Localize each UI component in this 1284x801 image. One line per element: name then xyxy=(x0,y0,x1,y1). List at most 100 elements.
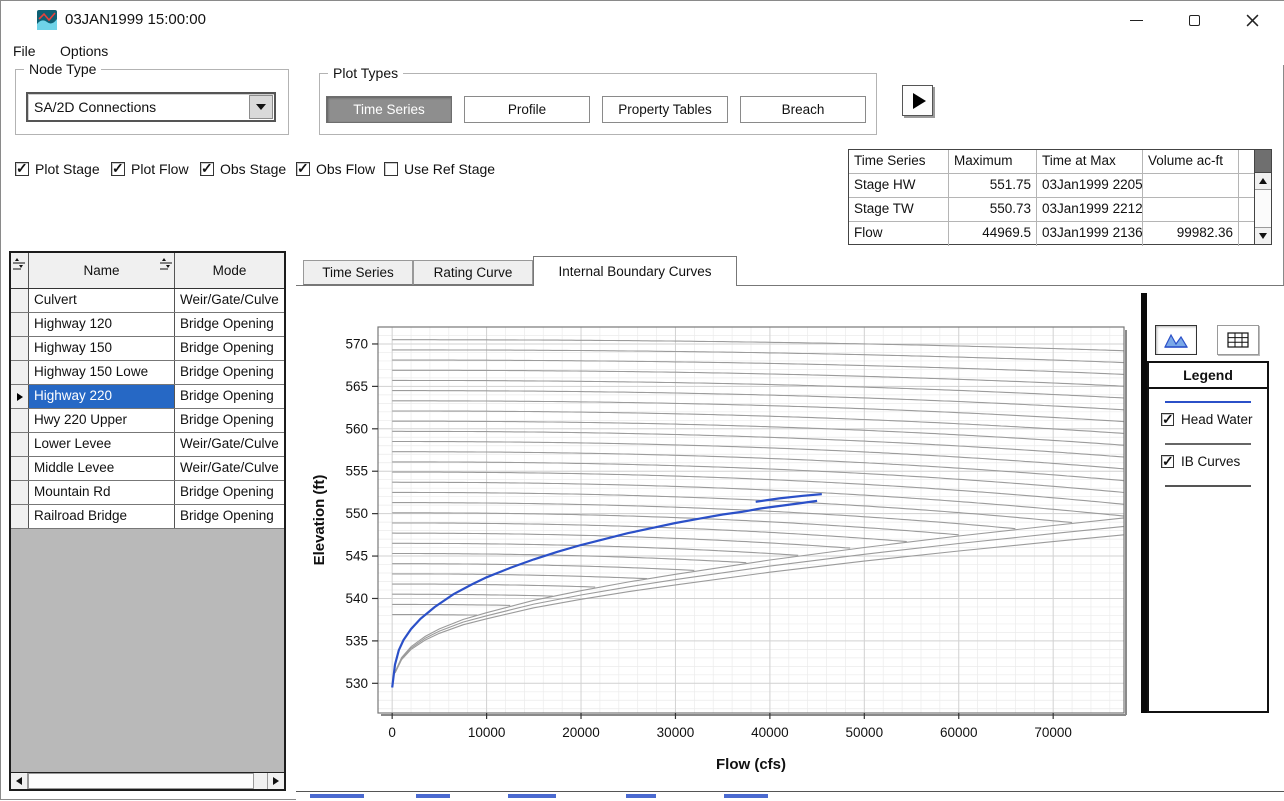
row-selector-header[interactable] xyxy=(11,253,29,288)
node-name-cell[interactable]: Mountain Rd xyxy=(29,481,175,504)
row-selector-cell[interactable] xyxy=(11,481,29,504)
summary-row[interactable]: Stage HW551.7503Jan1999 2205 xyxy=(849,174,1254,198)
plot-type-time-series[interactable]: Time Series xyxy=(326,96,452,123)
node-name-cell[interactable]: Highway 120 xyxy=(29,313,175,336)
node-name-cell[interactable]: Culvert xyxy=(29,289,175,312)
scrollbar-thumb[interactable] xyxy=(28,773,254,789)
node-mode-cell[interactable]: Weir/Gate/Culve xyxy=(175,433,284,456)
node-type-selected-value: SA/2D Connections xyxy=(28,94,248,120)
chart-view-button[interactable] xyxy=(1155,325,1197,355)
legend-checkbox-ib-curves[interactable]: ✓IB Curves xyxy=(1161,454,1267,469)
tab-internal-boundary-curves[interactable]: Internal Boundary Curves xyxy=(533,256,737,286)
clipped-text-fragment xyxy=(508,794,556,798)
table-row[interactable]: CulvertWeir/Gate/Culve xyxy=(11,289,284,313)
table-row[interactable]: Railroad BridgeBridge Opening xyxy=(11,505,284,529)
node-name-cell[interactable]: Hwy 220 Upper xyxy=(29,409,175,432)
summary-cell: 44969.5 xyxy=(949,222,1037,246)
maximize-button[interactable] xyxy=(1171,1,1217,39)
maximize-icon xyxy=(1189,15,1200,26)
node-mode-cell[interactable]: Bridge Opening xyxy=(175,361,284,384)
plot-type-profile[interactable]: Profile xyxy=(464,96,590,123)
scroll-up-button[interactable] xyxy=(1255,173,1271,190)
table-row[interactable]: Highway 220Bridge Opening xyxy=(11,385,284,409)
node-mode-cell[interactable]: Bridge Opening xyxy=(175,481,284,504)
arrow-up-icon xyxy=(1259,178,1267,184)
node-mode-cell[interactable]: Weir/Gate/Culve xyxy=(175,289,284,312)
table-row[interactable]: Hwy 220 UpperBridge Opening xyxy=(11,409,284,433)
summary-row[interactable]: Flow44969.503Jan1999 213699982.36 xyxy=(849,222,1254,246)
checkbox-label: Obs Flow xyxy=(316,161,375,177)
row-selector-cell[interactable] xyxy=(11,457,29,480)
clipped-text-fragment xyxy=(416,794,450,798)
summary-header-time-series: Time Series xyxy=(849,150,949,173)
checkbox-plot-stage[interactable]: ✓ Plot Stage xyxy=(15,161,100,177)
node-name-cell[interactable]: Highway 150 Lowe xyxy=(29,361,175,384)
node-name-cell[interactable]: Highway 150 xyxy=(29,337,175,360)
table-view-button[interactable] xyxy=(1217,325,1259,355)
close-button[interactable] xyxy=(1229,1,1275,39)
row-selector-cell[interactable] xyxy=(11,289,29,312)
row-selector-cell[interactable] xyxy=(11,337,29,360)
minimize-button[interactable] xyxy=(1113,1,1159,39)
node-mode-cell[interactable]: Weir/Gate/Culve xyxy=(175,457,284,480)
svg-text:545: 545 xyxy=(345,549,368,564)
ib-curves-chart[interactable]: 010000200003000040000500006000070000Flow… xyxy=(306,293,1136,785)
combobox-dropdown-button[interactable] xyxy=(249,95,273,119)
node-type-combobox[interactable]: SA/2D Connections xyxy=(26,92,276,122)
node-mode-cell[interactable]: Bridge Opening xyxy=(175,385,284,408)
node-mode-cell[interactable]: Bridge Opening xyxy=(175,337,284,360)
tab-time-series[interactable]: Time Series xyxy=(303,260,413,285)
scrollbar-track[interactable] xyxy=(1255,190,1271,227)
node-table-hscrollbar[interactable] xyxy=(11,772,284,789)
plot-type-breach[interactable]: Breach xyxy=(740,96,866,123)
node-mode-cell[interactable]: Bridge Opening xyxy=(175,505,284,528)
check-icon: ✓ xyxy=(16,160,28,177)
plot-type-property-tables[interactable]: Property Tables xyxy=(602,96,728,123)
scroll-down-button[interactable] xyxy=(1255,227,1271,244)
row-selector-cell[interactable] xyxy=(11,313,29,336)
checkbox-plot-flow[interactable]: ✓Plot Flow xyxy=(111,161,189,177)
sort-icon[interactable] xyxy=(159,256,173,270)
table-row[interactable]: Highway 150Bridge Opening xyxy=(11,337,284,361)
row-selector-cell[interactable] xyxy=(11,433,29,456)
checkbox-obs-flow[interactable]: ✓Obs Flow xyxy=(296,161,375,177)
summary-row[interactable]: Stage TW550.7303Jan1999 2212 xyxy=(849,198,1254,222)
menu-file[interactable]: File xyxy=(3,39,46,63)
scroll-right-button[interactable] xyxy=(267,773,284,789)
name-column-header[interactable]: Name xyxy=(29,253,175,288)
node-name-cell[interactable]: Highway 220 xyxy=(29,385,175,408)
table-row[interactable]: Middle LeveeWeir/Gate/Culve xyxy=(11,457,284,481)
chart-icon xyxy=(1164,331,1188,349)
checkbox-obs-stage[interactable]: ✓Obs Stage xyxy=(200,161,286,177)
row-selector-cell[interactable] xyxy=(11,505,29,528)
node-mode-cell[interactable]: Bridge Opening xyxy=(175,313,284,336)
table-row[interactable]: Highway 150 LoweBridge Opening xyxy=(11,361,284,385)
node-mode-cell[interactable]: Bridge Opening xyxy=(175,409,284,432)
tab-rating-curve[interactable]: Rating Curve xyxy=(413,260,533,285)
table-row[interactable]: Mountain RdBridge Opening xyxy=(11,481,284,505)
mode-column-header[interactable]: Mode xyxy=(175,253,284,288)
row-selector-cell[interactable] xyxy=(11,409,29,432)
legend-checkbox-head-water[interactable]: ✓Head Water xyxy=(1161,412,1267,427)
row-selector-cell[interactable] xyxy=(11,385,29,408)
checkbox-use-ref-stage[interactable]: Use Ref Stage xyxy=(384,161,495,177)
checkbox-label: Obs Stage xyxy=(220,161,286,177)
table-row[interactable]: Highway 120Bridge Opening xyxy=(11,313,284,337)
summary-table-scrollbar[interactable] xyxy=(1254,150,1271,244)
sort-icon[interactable] xyxy=(12,256,26,270)
svg-text:50000: 50000 xyxy=(846,725,884,740)
menu-options[interactable]: Options xyxy=(50,39,118,63)
animate-play-button[interactable] xyxy=(902,85,933,116)
clipped-text-fragment xyxy=(626,794,656,798)
plot-types-group: Plot Types Time SeriesProfileProperty Ta… xyxy=(319,73,877,135)
checkbox-label: Plot Stage xyxy=(35,161,100,177)
node-name-cell[interactable]: Railroad Bridge xyxy=(29,505,175,528)
scroll-left-button[interactable] xyxy=(11,773,28,789)
minimize-icon xyxy=(1130,20,1143,21)
row-selector-cell[interactable] xyxy=(11,361,29,384)
node-table-rows: CulvertWeir/Gate/CulveHighway 120Bridge … xyxy=(11,289,284,529)
app-window: { "window": { "title": "03JAN1999 15:00:… xyxy=(0,0,1284,800)
node-name-cell[interactable]: Middle Levee xyxy=(29,457,175,480)
node-name-cell[interactable]: Lower Levee xyxy=(29,433,175,456)
table-row[interactable]: Lower LeveeWeir/Gate/Culve xyxy=(11,433,284,457)
